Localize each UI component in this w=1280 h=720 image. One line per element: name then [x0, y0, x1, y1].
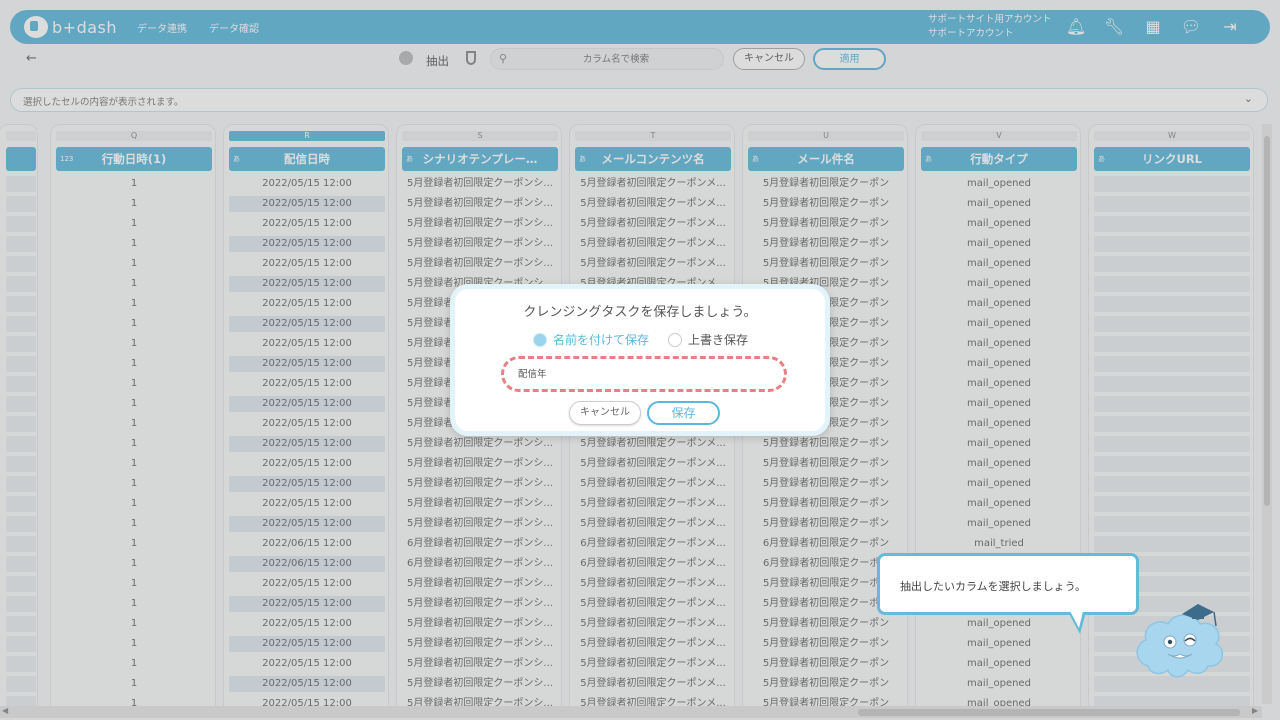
guide-tooltip: 抽出したいカラムを選択しましょう。 [877, 553, 1139, 615]
radio-checked-icon[interactable] [533, 332, 547, 347]
save-task-dialog: クレンジングタスクを保存しましょう。 名前を付けて保存 上書き保存 キャンセル … [450, 284, 830, 436]
tooltip-tail-inner [1070, 611, 1083, 628]
radio-unchecked-icon[interactable] [668, 332, 682, 347]
dialog-cancel-button[interactable]: キャンセル [569, 401, 641, 425]
guide-tooltip-text: 抽出したいカラムを選択しましょう。 [900, 580, 1087, 593]
radio-save-as[interactable]: 名前を付けて保存 [533, 331, 649, 348]
mascot-cloud-icon [1136, 604, 1224, 678]
radio-overwrite-label: 上書き保存 [688, 333, 749, 347]
dialog-title: クレンジングタスクを保存しましょう。 [523, 305, 757, 320]
dialog-save-button[interactable]: 保存 [647, 401, 720, 425]
radio-overwrite[interactable]: 上書き保存 [668, 331, 748, 348]
task-name-input[interactable] [518, 367, 768, 378]
radio-save-as-label: 名前を付けて保存 [553, 333, 650, 347]
task-name-field[interactable] [501, 356, 787, 392]
